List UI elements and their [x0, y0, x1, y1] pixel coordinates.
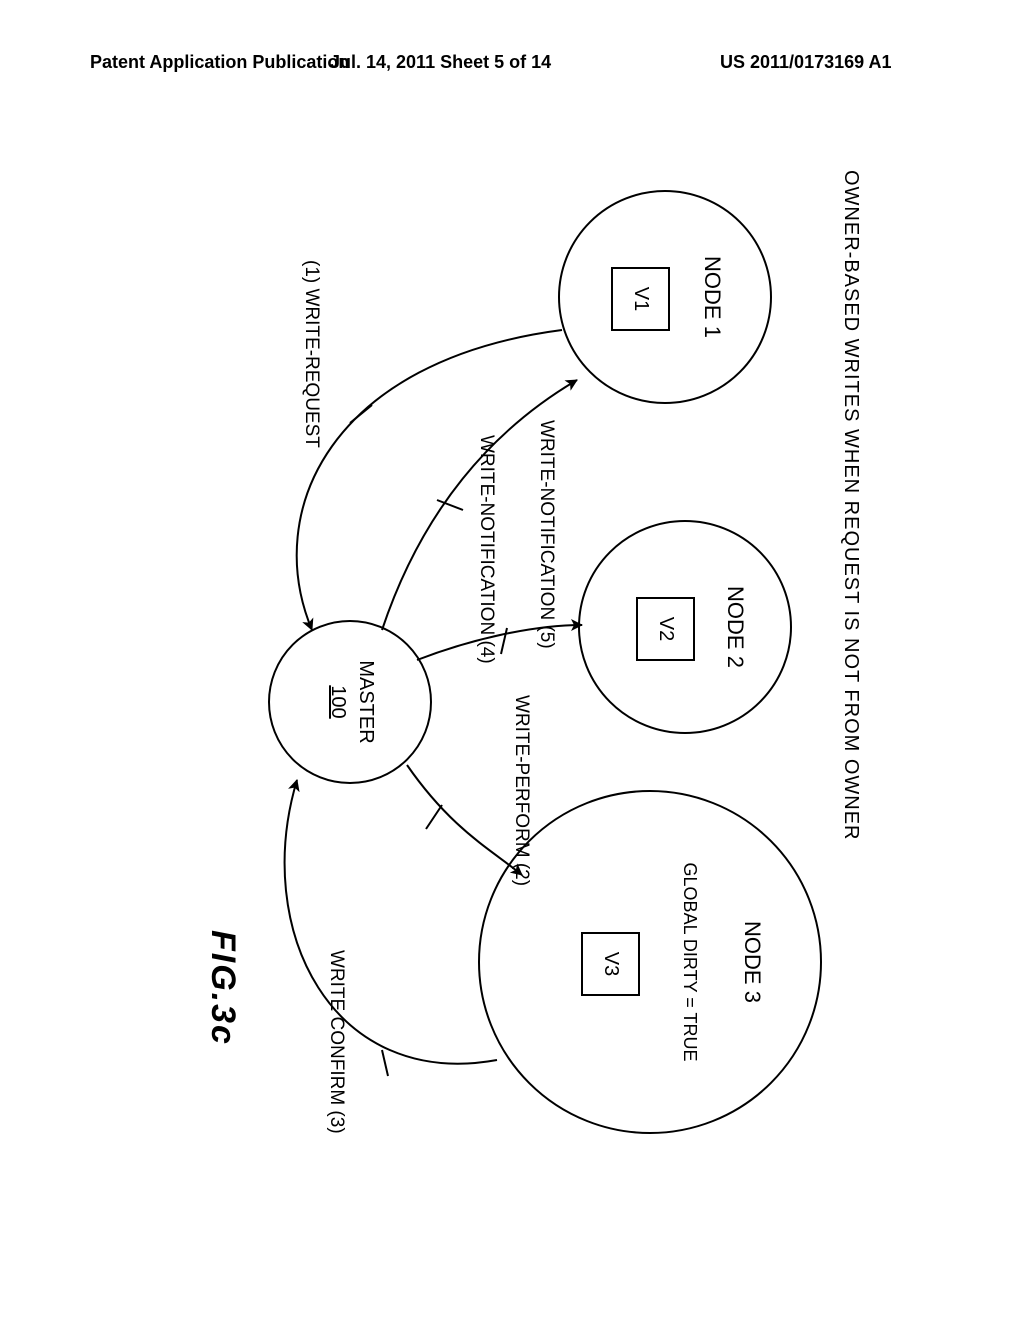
arrow-write-perform: [407, 765, 522, 875]
tick-write-request: [350, 405, 372, 423]
figure-label: FIG.3c: [203, 930, 242, 1046]
tick-write-notif5: [501, 628, 507, 654]
header-right: US 2011/0173169 A1: [720, 52, 891, 73]
tick-write-confirm: [382, 1050, 388, 1076]
label-write-notif4: WRITE-NOTIFICATION (4): [475, 435, 497, 664]
arrow-write-notif5: [417, 625, 582, 660]
arrow-layer: [172, 130, 852, 1190]
arrow-write-request: [297, 330, 562, 630]
header-left: Patent Application Publication: [90, 52, 349, 73]
label-write-notif5: WRITE-NOTIFICATION (5): [535, 420, 557, 649]
label-write-perform: WRITE-PERFORM (2): [510, 695, 532, 886]
tick-write-perform: [426, 805, 442, 829]
label-write-confirm: WRITE CONFIRM (3): [325, 950, 347, 1134]
header-middle: Jul. 14, 2011 Sheet 5 of 14: [330, 52, 551, 73]
arrow-write-confirm: [285, 780, 497, 1064]
label-write-request: (1) WRITE-REQUEST: [300, 260, 322, 448]
diagram-canvas: OWNER-BASED WRITES WHEN REQUEST IS NOT F…: [172, 130, 852, 1190]
